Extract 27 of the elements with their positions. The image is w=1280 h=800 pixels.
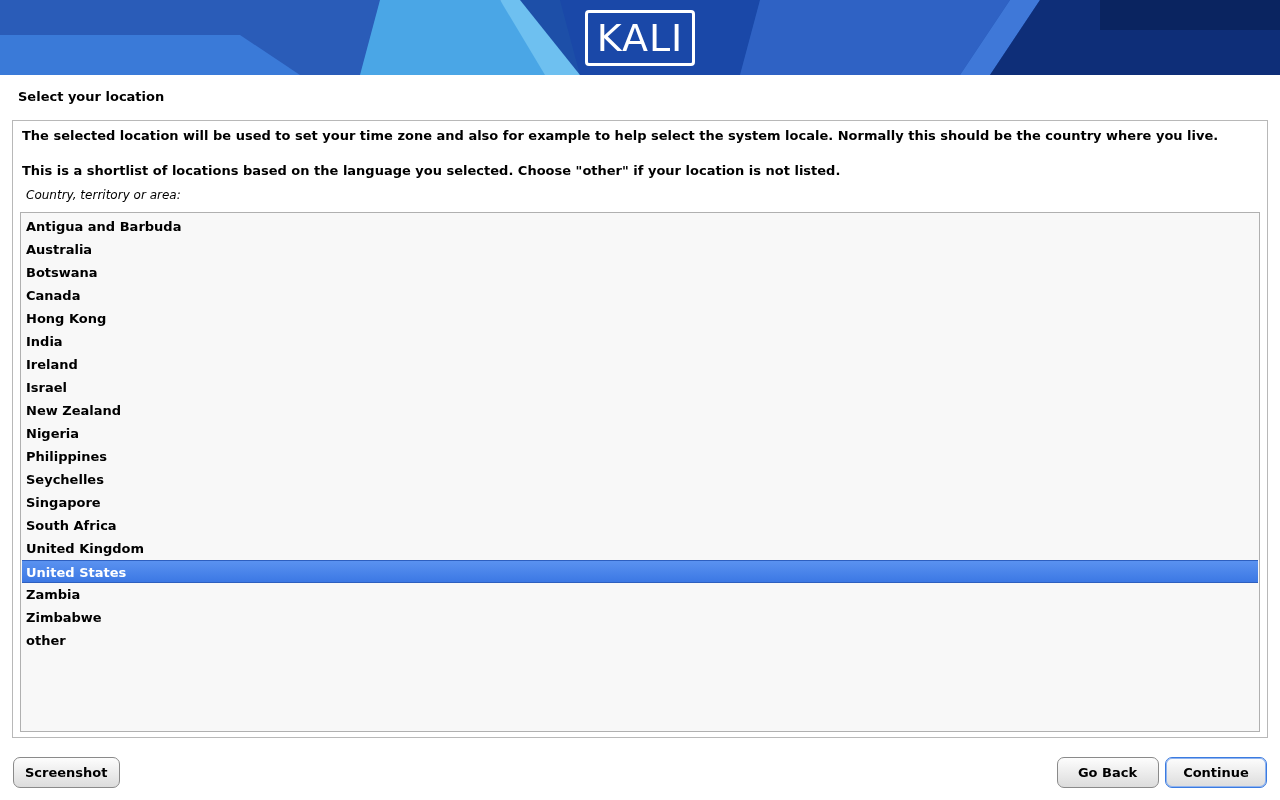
location-item[interactable]: United Kingdom xyxy=(22,537,1258,560)
location-item[interactable]: Botswana xyxy=(22,261,1258,284)
location-item[interactable]: Singapore xyxy=(22,491,1258,514)
location-item[interactable]: Philippines xyxy=(22,445,1258,468)
list-label: Country, territory or area: xyxy=(26,187,182,204)
location-item[interactable]: Australia xyxy=(22,238,1258,261)
location-item[interactable]: South Africa xyxy=(22,514,1258,537)
logo-text: KALI xyxy=(585,10,695,66)
continue-button[interactable]: Continue xyxy=(1165,757,1267,788)
description-text: This is a shortlist of locations based on the language you selected. Choose "other" if your location is not listed. xyxy=(22,161,842,180)
location-item[interactable]: Zambia xyxy=(22,583,1258,606)
step-title: Select your location xyxy=(17,88,166,106)
screenshot-button[interactable]: Screenshot xyxy=(13,757,120,788)
location-item[interactable]: New Zealand xyxy=(22,399,1258,422)
location-item[interactable]: Hong Kong xyxy=(22,307,1258,330)
back-button[interactable]: Go Back xyxy=(1056,757,1159,788)
location-item[interactable]: India xyxy=(22,330,1258,353)
location-item[interactable]: Antigua and Barbuda xyxy=(22,215,1258,238)
location-item[interactable]: Seychelles xyxy=(22,468,1258,491)
description-text: The selected location will be used to set your time zone and also for example to help select the system locale. Normally this should be the country where you live. xyxy=(22,127,1220,145)
location-item[interactable]: Israel xyxy=(22,376,1258,399)
location-item[interactable]: other xyxy=(22,629,1258,652)
location-item[interactable]: Nigeria xyxy=(22,422,1258,445)
location-item[interactable]: Canada xyxy=(22,284,1258,307)
location-item[interactable]: United States xyxy=(22,560,1258,583)
location-item[interactable]: Ireland xyxy=(22,353,1258,376)
location-item[interactable]: Zimbabwe xyxy=(22,606,1258,629)
